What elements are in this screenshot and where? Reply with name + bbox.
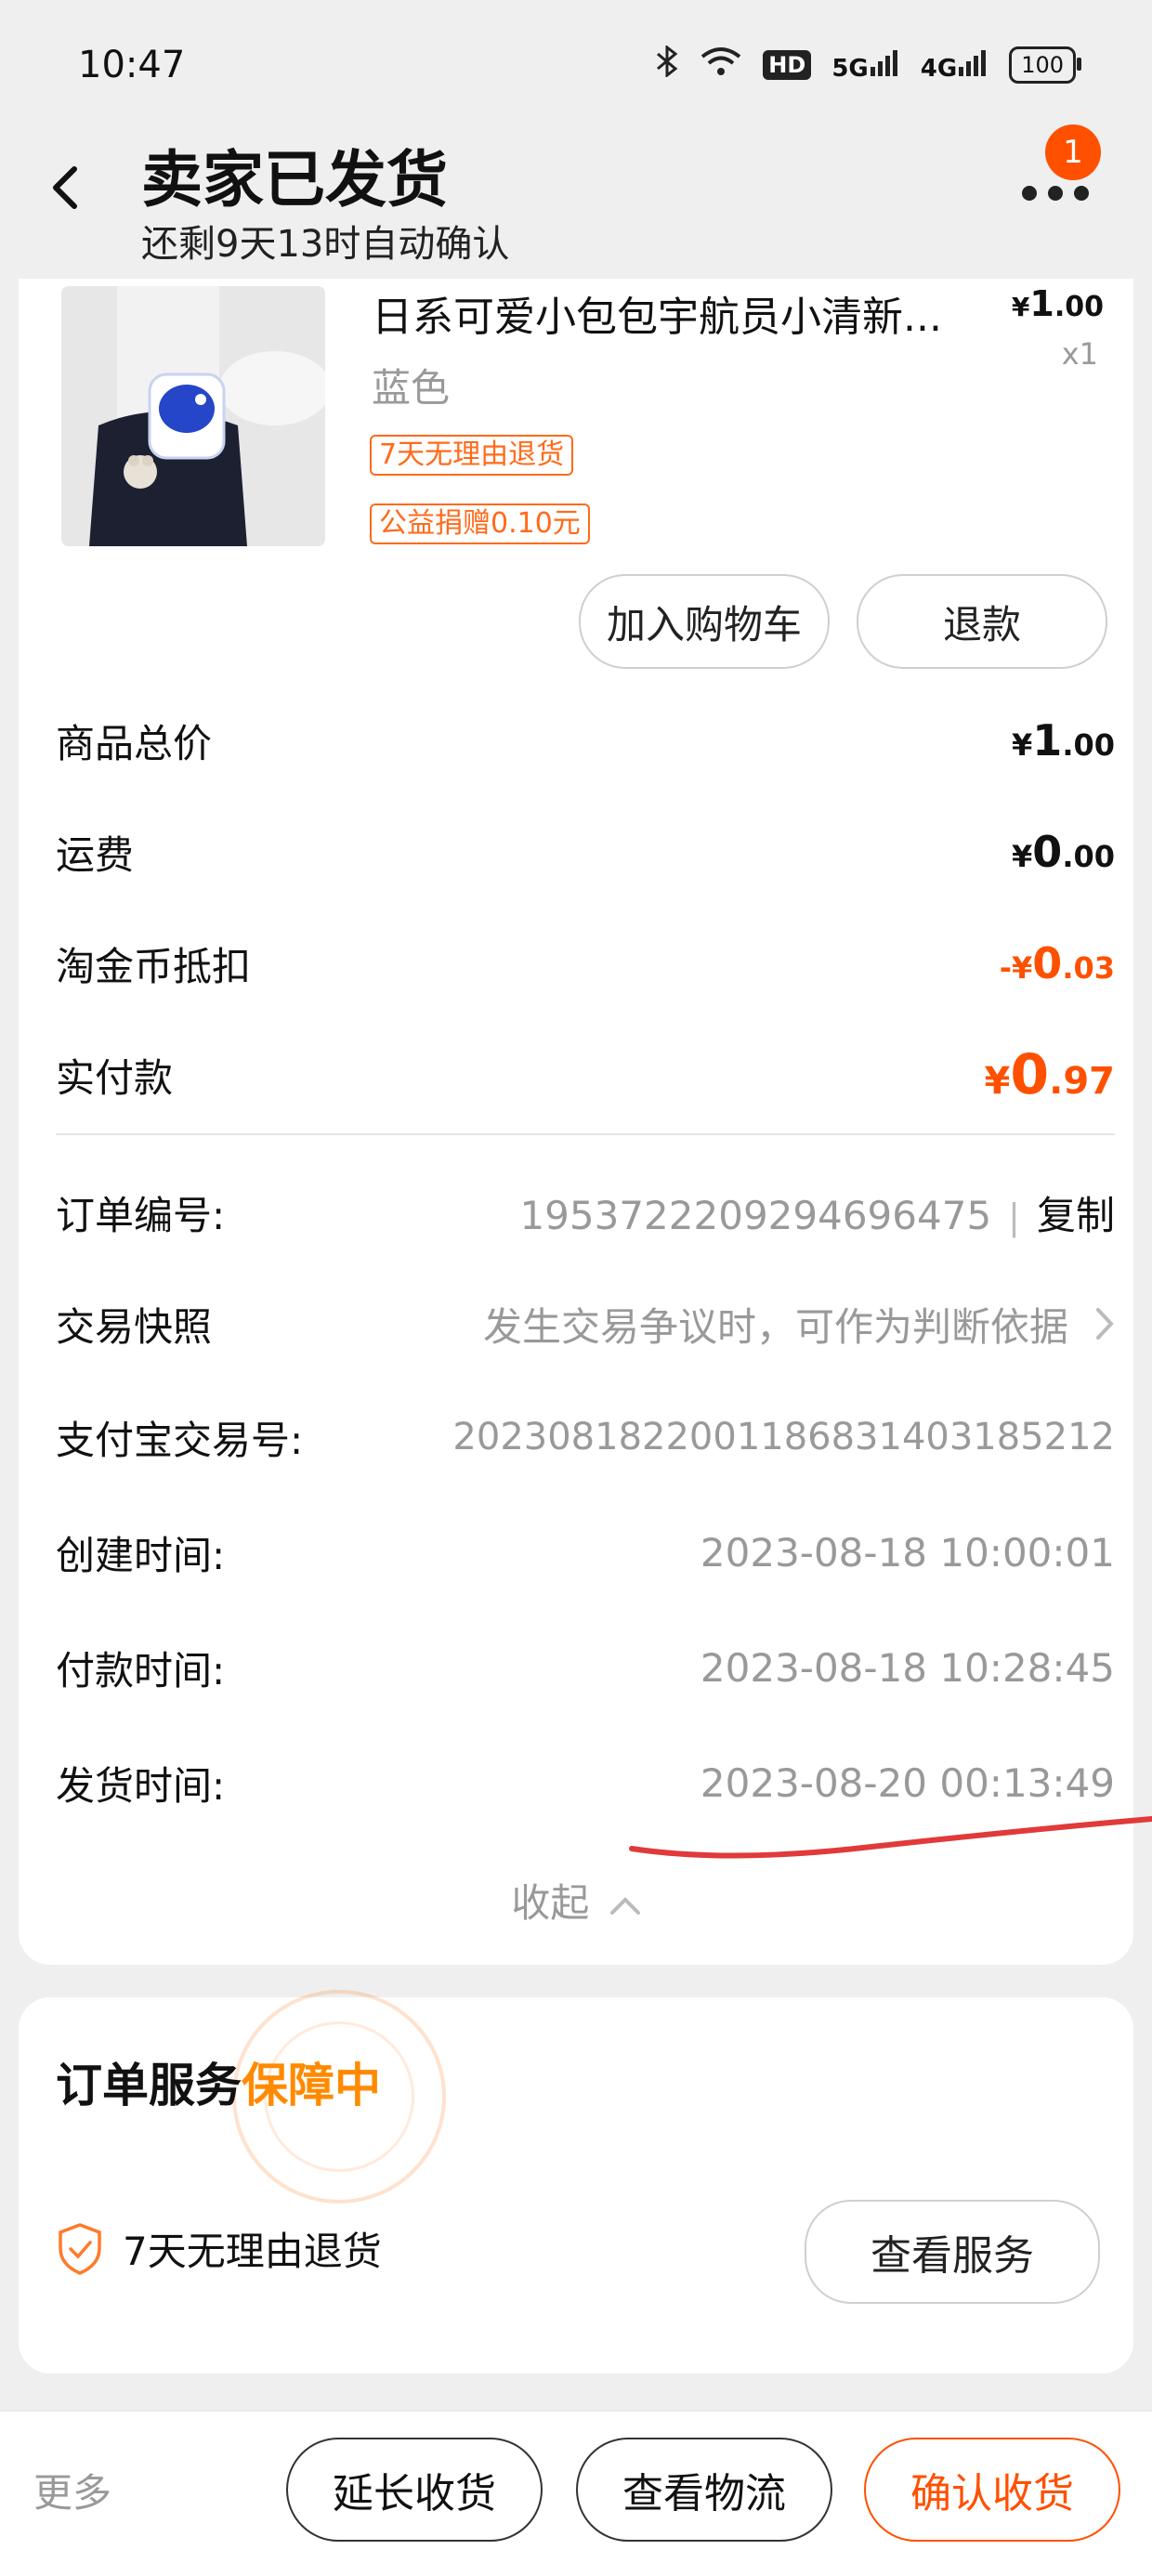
status-icons: HD 5G 4G 100 [655,44,1081,85]
page-header: 卖家已发货 还剩9天13时自动确认 1 [0,111,1152,297]
page-subtitle: 还剩9天13时自动确认 [141,223,510,266]
notification-badge: 1 [1045,124,1101,180]
collapse-button[interactable]: 收起 [19,1872,1133,1929]
battery-level: 100 [1021,52,1064,78]
service-item: 7天无理由退货 [56,2220,382,2277]
annotation-underline [629,1816,1152,1859]
signal-5g-label: 5G [831,54,869,83]
hd-badge: HD [763,50,812,80]
view-service-button[interactable]: 查看服务 [805,2200,1100,2304]
battery-indicator: 100 [1009,46,1081,84]
chevron-left-icon [53,166,77,209]
view-logistics-button[interactable]: 查看物流 [576,2438,832,2542]
status-bar: 10:47 HD 5G 4G 100 [0,0,1152,130]
service-title: 订单服务保障中 [56,2048,381,2115]
more-dot-icon [1048,186,1063,201]
extend-receipt-button[interactable]: 延长收货 [286,2438,543,2542]
back-button[interactable] [46,160,93,216]
order-service-card: 订单服务保障中 7天无理由退货 查看服务 [19,1990,1133,2373]
more-button[interactable]: 更多 [33,2462,111,2518]
service-item-label: 7天无理由退货 [123,2229,382,2274]
service-title-prefix: 订单服务 [56,2059,242,2112]
confirm-receipt-button[interactable]: 确认收货 [864,2438,1120,2542]
more-dot-icon [1022,186,1037,201]
collapse-label: 收起 [511,1880,590,1926]
status-time: 10:47 [78,44,186,86]
signal-4g-icon: 4G [921,48,988,83]
signal-5g-icon: 5G [831,48,899,83]
signal-4g-label: 4G [920,54,958,83]
shield-check-icon [59,2222,101,2275]
chevron-up-icon [609,1897,640,1915]
service-status: 保障中 [242,2059,381,2112]
order-detail-card: 日系可爱小包包宇航员小清新... ¥1.00 x1 蓝色 7天无理由退货 公益捐… [19,279,1152,1965]
wifi-icon [700,46,742,85]
more-dot-icon [1074,186,1089,201]
page-title: 卖家已发货 [141,144,448,216]
bluetooth-icon [655,44,679,85]
bottom-action-bar: 更多 延长收货 查看物流 确认收货 [0,2411,1152,2576]
